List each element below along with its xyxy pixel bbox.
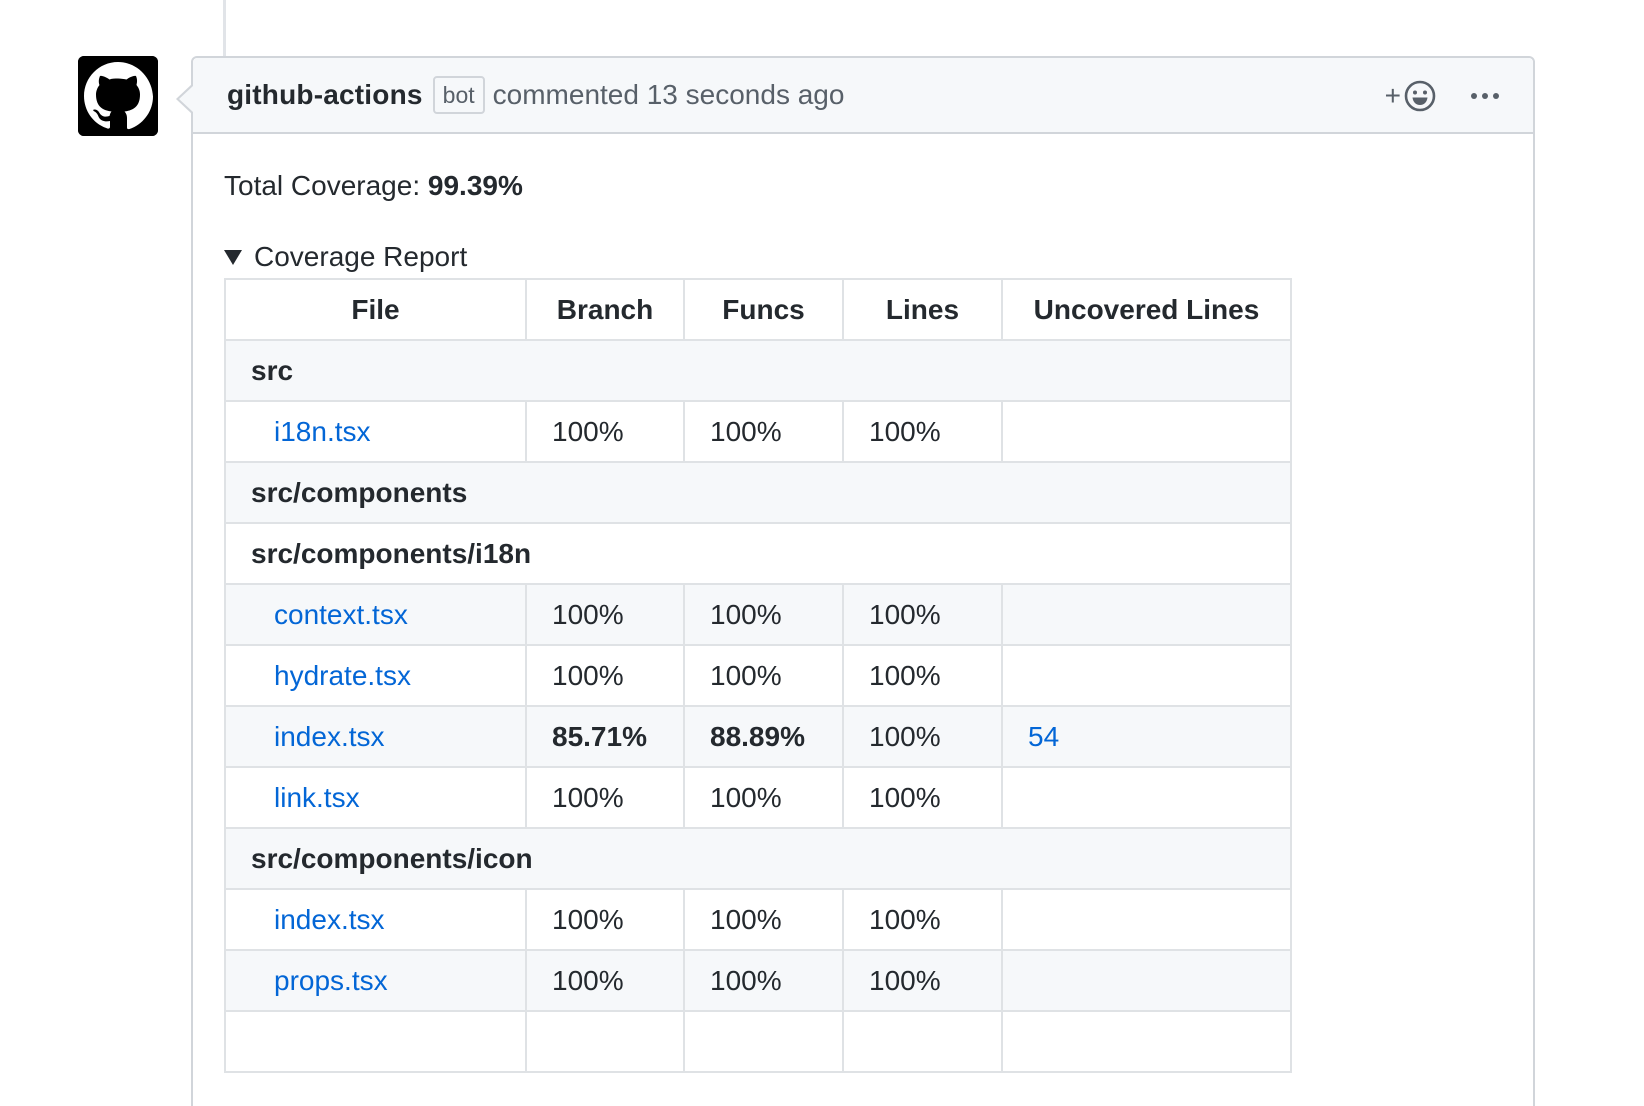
file-link[interactable]: index.tsx	[274, 904, 385, 935]
header-file: File	[224, 278, 527, 341]
header-funcs: Funcs	[683, 278, 844, 341]
branch-cell: 100%	[525, 400, 685, 463]
total-coverage-label: Total Coverage:	[224, 170, 428, 201]
comment-body: Total Coverage: 99.39% Coverage Report F…	[193, 134, 1533, 1073]
branch-cell: 100%	[525, 766, 685, 829]
funcs-cell: 100%	[683, 888, 844, 951]
uncovered-cell	[1001, 1010, 1292, 1073]
directory-label: src/components/i18n	[224, 522, 1292, 585]
uncovered-cell	[1001, 766, 1292, 829]
file-cell: props.tsx	[224, 949, 527, 1012]
file-link[interactable]: index.tsx	[274, 721, 385, 752]
kebab-horizontal-icon[interactable]	[1471, 93, 1499, 99]
uncovered-cell	[1001, 949, 1292, 1012]
lines-cell: 100%	[842, 766, 1003, 829]
branch-cell: 100%	[525, 644, 685, 707]
add-reaction-button[interactable]: +	[1385, 79, 1437, 113]
file-link[interactable]: context.tsx	[274, 599, 408, 630]
funcs-cell: 100%	[683, 644, 844, 707]
lines-cell: 100%	[842, 583, 1003, 646]
total-coverage: Total Coverage: 99.39%	[224, 170, 1533, 202]
file-cell: i18n.tsx	[224, 400, 527, 463]
table-row: context.tsx 100% 100% 100%	[224, 583, 1292, 646]
uncovered-cell	[1001, 644, 1292, 707]
table-row-directory: src	[224, 339, 1292, 402]
funcs-cell: 100%	[683, 400, 844, 463]
table-row-directory: src/components/icon	[224, 827, 1292, 890]
uncovered-cell	[1001, 400, 1292, 463]
table-row: i18n.tsx 100% 100% 100%	[224, 400, 1292, 463]
file-link[interactable]: props.tsx	[274, 965, 388, 996]
branch-cell: 85.71%	[525, 705, 685, 768]
branch-cell: 100%	[525, 888, 685, 951]
table-row: index.tsx 85.71% 88.89% 100% 54	[224, 705, 1292, 768]
coverage-table: File Branch Funcs Lines Uncovered Lines …	[224, 278, 1292, 1073]
author-link[interactable]: github-actions	[227, 79, 423, 111]
file-link[interactable]: i18n.tsx	[274, 416, 371, 447]
file-cell	[224, 1010, 527, 1073]
funcs-cell: 100%	[683, 766, 844, 829]
coverage-report-toggle[interactable]: Coverage Report	[224, 240, 1533, 274]
uncovered-cell	[1001, 888, 1292, 951]
branch-cell	[525, 1010, 685, 1073]
header-branch: Branch	[525, 278, 685, 341]
funcs-cell: 88.89%	[683, 705, 844, 768]
header-uncovered-lines: Uncovered Lines	[1001, 278, 1292, 341]
table-row: hydrate.tsx 100% 100% 100%	[224, 644, 1292, 707]
branch-cell: 100%	[525, 583, 685, 646]
funcs-cell: 100%	[683, 949, 844, 1012]
table-row: index.tsx 100% 100% 100%	[224, 888, 1292, 951]
directory-label: src/components	[224, 461, 1292, 524]
github-octocat-icon	[78, 56, 158, 136]
avatar[interactable]	[78, 56, 158, 136]
lines-cell: 100%	[842, 644, 1003, 707]
file-cell: index.tsx	[224, 705, 527, 768]
branch-cell: 100%	[525, 949, 685, 1012]
uncovered-lines-link[interactable]: 54	[1028, 721, 1059, 752]
uncovered-cell: 54	[1001, 705, 1292, 768]
funcs-cell	[683, 1010, 844, 1073]
page: github-actions bot commented 13 seconds …	[0, 0, 1644, 1106]
table-row-directory: src/components/i18n	[224, 522, 1292, 585]
smiley-icon	[1404, 80, 1436, 112]
lines-cell: 100%	[842, 705, 1003, 768]
file-link[interactable]: hydrate.tsx	[274, 660, 411, 691]
header-lines: Lines	[842, 278, 1003, 341]
file-link[interactable]: link.tsx	[274, 782, 360, 813]
funcs-cell: 100%	[683, 583, 844, 646]
comment-timestamp[interactable]: commented 13 seconds ago	[493, 79, 845, 111]
file-cell: link.tsx	[224, 766, 527, 829]
timeline-line	[223, 0, 226, 56]
coverage-report-summary: Coverage Report	[254, 241, 468, 272]
bot-badge: bot	[432, 76, 485, 114]
lines-cell: 100%	[842, 400, 1003, 463]
lines-cell: 100%	[842, 888, 1003, 951]
file-cell: hydrate.tsx	[224, 644, 527, 707]
table-row: link.tsx 100% 100% 100%	[224, 766, 1292, 829]
comment-caret-fill	[179, 86, 193, 112]
file-cell: index.tsx	[224, 888, 527, 951]
comment-box: github-actions bot commented 13 seconds …	[176, 56, 1535, 1106]
file-cell: context.tsx	[224, 583, 527, 646]
reaction-plus: +	[1384, 80, 1401, 111]
triangle-down-icon	[224, 249, 242, 265]
table-row-directory: src/components	[224, 461, 1292, 524]
uncovered-cell	[1001, 583, 1292, 646]
table-row	[224, 1010, 1292, 1073]
lines-cell: 100%	[842, 949, 1003, 1012]
directory-label: src/components/icon	[224, 827, 1292, 890]
total-coverage-value: 99.39%	[427, 170, 523, 201]
header-actions: +	[1385, 58, 1499, 134]
directory-label: src	[224, 339, 1292, 402]
table-header-row: File Branch Funcs Lines Uncovered Lines	[224, 278, 1292, 341]
comment-header: github-actions bot commented 13 seconds …	[193, 58, 1533, 134]
lines-cell	[842, 1010, 1003, 1073]
table-row: props.tsx 100% 100% 100%	[224, 949, 1292, 1012]
